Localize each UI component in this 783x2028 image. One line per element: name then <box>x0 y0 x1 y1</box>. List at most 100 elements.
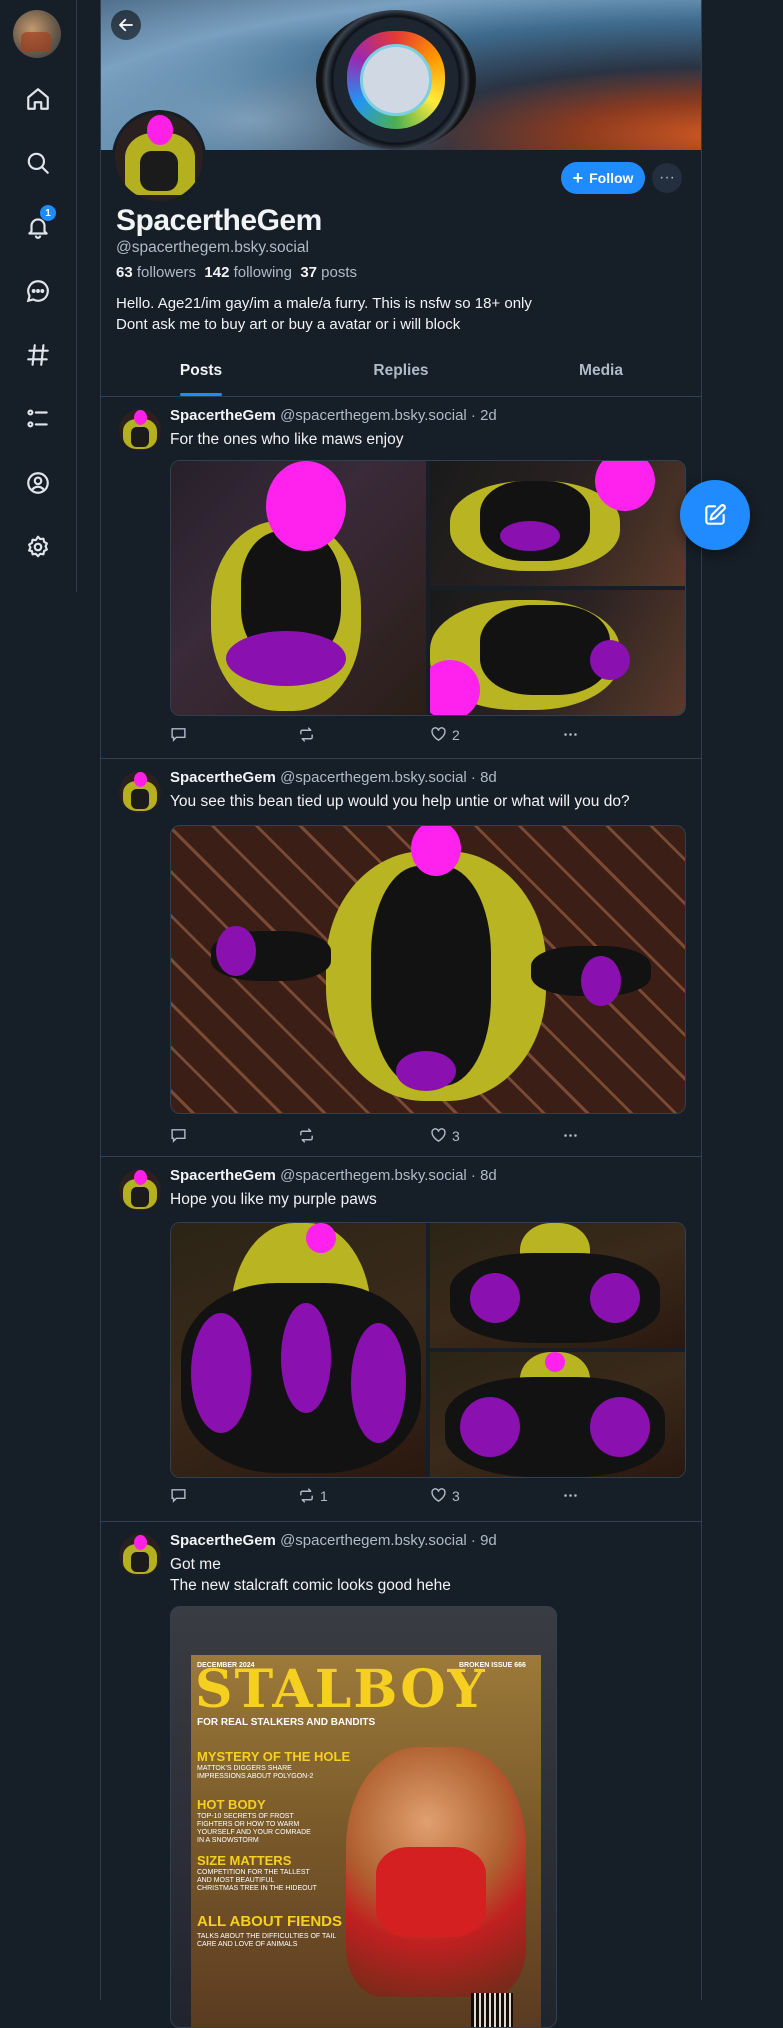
follow-label: Follow <box>589 170 634 186</box>
repost-icon <box>300 1488 313 1503</box>
ellipsis-icon: ··· <box>659 169 675 186</box>
rainbow-heart-icon <box>347 31 445 129</box>
post-author-name[interactable]: SpacertheGem <box>170 1532 276 1549</box>
post-item[interactable]: SpacertheGem @spacerthegem.bsky.social ·… <box>101 1157 701 1522</box>
profile-display-name: SpacertheGem <box>116 204 322 237</box>
repost-button[interactable]: 1 <box>298 1487 328 1504</box>
user-circle-icon[interactable] <box>19 464 57 502</box>
post-author-avatar[interactable] <box>119 771 161 813</box>
poster-subtext: MATTOK'S DIGGERS SHARE IMPRESSIONS ABOUT… <box>197 1765 314 1780</box>
profile-avatar[interactable] <box>112 110 206 204</box>
repost-button[interactable] <box>298 726 320 743</box>
bell-icon[interactable]: 1 <box>19 205 57 246</box>
post-text: Hope you like my purple paws <box>170 1191 377 1208</box>
post-text: For the ones who like maws enjoy <box>170 431 404 448</box>
profile-handle: @spacerthegem.bsky.social <box>116 239 309 256</box>
post-image[interactable] <box>430 1223 685 1348</box>
post-image[interactable] <box>430 590 685 715</box>
post-image[interactable] <box>430 1352 685 1477</box>
gear-icon[interactable] <box>19 528 57 566</box>
following-link[interactable]: 142 following <box>204 264 292 281</box>
poster-subtext: TALKS ABOUT THE DIFFICULTIES OF TAIL CAR… <box>197 1933 336 1948</box>
poster-subtext: COMPETITION FOR THE TALLEST AND MOST BEA… <box>197 1869 317 1892</box>
profile-tabs: Posts Replies Media <box>101 354 701 397</box>
post-image[interactable] <box>171 1223 426 1477</box>
heart-icon <box>431 727 446 741</box>
chat-bubble-icon[interactable] <box>19 272 57 310</box>
list-icon[interactable] <box>19 400 57 438</box>
follow-button[interactable]: + Follow <box>561 162 645 194</box>
post-text: Got me The new stalcraft comic looks goo… <box>170 1554 451 1596</box>
tab-media[interactable]: Media <box>501 354 701 396</box>
posts-count: 37 posts <box>300 264 358 281</box>
reply-button[interactable] <box>170 726 192 743</box>
post-image[interactable] <box>170 825 686 1114</box>
post-author-name[interactable]: SpacertheGem <box>170 769 276 786</box>
post-item[interactable]: SpacertheGem @spacerthegem.bsky.social ·… <box>101 1522 701 2028</box>
post-author-name[interactable]: SpacertheGem <box>170 1167 276 1184</box>
post-text: You see this bean tied up would you help… <box>170 793 630 810</box>
ellipsis-icon <box>564 733 577 736</box>
post-author-avatar[interactable] <box>119 1169 161 1211</box>
post-meta: @spacerthegem.bsky.social · 9d <box>280 1532 497 1549</box>
reply-button[interactable] <box>170 1127 192 1144</box>
ellipsis-icon <box>564 1494 577 1497</box>
post-meta: @spacerthegem.bsky.social · 8d <box>280 769 497 786</box>
post-image[interactable] <box>171 461 426 715</box>
bio-line: Dont ask me to buy art or buy a avatar o… <box>116 316 461 333</box>
tab-posts[interactable]: Posts <box>101 354 301 396</box>
post-header: SpacertheGem @spacerthegem.bsky.social ·… <box>170 769 497 786</box>
search-icon[interactable] <box>19 144 57 182</box>
post-header: SpacertheGem @spacerthegem.bsky.social ·… <box>170 1532 497 1549</box>
post-actions: 3 <box>170 1127 590 1147</box>
poster-heading: ALL ABOUT FIENDS <box>197 1913 342 1930</box>
home-icon[interactable] <box>19 80 57 118</box>
tab-replies[interactable]: Replies <box>301 354 501 396</box>
notification-badge: 1 <box>40 205 56 221</box>
post-more-button[interactable] <box>562 1127 579 1144</box>
back-button[interactable] <box>111 10 141 40</box>
post-meta: @spacerthegem.bsky.social · 2d <box>280 407 497 424</box>
profile-more-button[interactable]: ··· <box>652 163 682 193</box>
banner-badge-image <box>316 10 476 150</box>
poster-heading: SIZE MATTERS <box>197 1853 292 1868</box>
repost-icon <box>300 727 313 742</box>
followers-link[interactable]: 63 followers <box>116 264 196 281</box>
post-text-line: Got me <box>170 1556 221 1573</box>
bio-line: Hello. Age21/im gay/im a male/a furry. T… <box>116 295 532 312</box>
post-actions: 2 <box>170 726 590 746</box>
reply-icon <box>171 1489 186 1503</box>
profile-main-column: + Follow ··· SpacertheGem @spacerthegem.… <box>100 0 702 2028</box>
current-user-avatar[interactable] <box>13 10 61 58</box>
post-author-avatar[interactable] <box>119 1534 161 1576</box>
poster-heading: HOT BODY <box>197 1797 266 1812</box>
post-item[interactable]: SpacertheGem @spacerthegem.bsky.social ·… <box>101 397 701 759</box>
qr-code-icon <box>471 1993 513 2027</box>
post-image-grid[interactable] <box>170 1222 686 1478</box>
repost-icon <box>300 1128 313 1143</box>
post-more-button[interactable] <box>562 726 579 743</box>
compose-icon <box>705 504 726 525</box>
hashtag-icon[interactable] <box>19 336 57 374</box>
post-image[interactable]: DECEMBER 2024 BROKEN ISSUE 666 STALBOY F… <box>170 1606 557 2028</box>
post-more-button[interactable] <box>562 1487 579 1504</box>
repost-button[interactable] <box>298 1127 320 1144</box>
like-button[interactable]: 3 <box>430 1127 460 1144</box>
compose-post-button[interactable] <box>680 480 750 550</box>
poster-heading: MYSTERY OF THE HOLE <box>197 1749 351 1764</box>
profile-stats: 63 followers 142 following 37 posts <box>116 264 357 281</box>
post-author-name[interactable]: SpacertheGem <box>170 407 276 424</box>
post-item[interactable]: SpacertheGem @spacerthegem.bsky.social ·… <box>101 759 701 1157</box>
post-actions: 1 3 <box>170 1487 590 1507</box>
reply-button[interactable] <box>170 1487 192 1504</box>
heart-icon <box>431 1488 446 1502</box>
like-button[interactable]: 2 <box>430 726 460 743</box>
post-image[interactable] <box>430 461 685 586</box>
poster-subtext: TOP-10 SECRETS OF FROST FIGHTERS OR HOW … <box>197 1813 311 1844</box>
poster-title: STALBOY <box>195 1659 487 1720</box>
post-meta: @spacerthegem.bsky.social · 8d <box>280 1167 497 1184</box>
post-author-avatar[interactable] <box>119 409 161 451</box>
like-button[interactable]: 3 <box>430 1487 460 1504</box>
ellipsis-icon <box>564 1134 577 1137</box>
post-image-grid[interactable] <box>170 460 686 716</box>
